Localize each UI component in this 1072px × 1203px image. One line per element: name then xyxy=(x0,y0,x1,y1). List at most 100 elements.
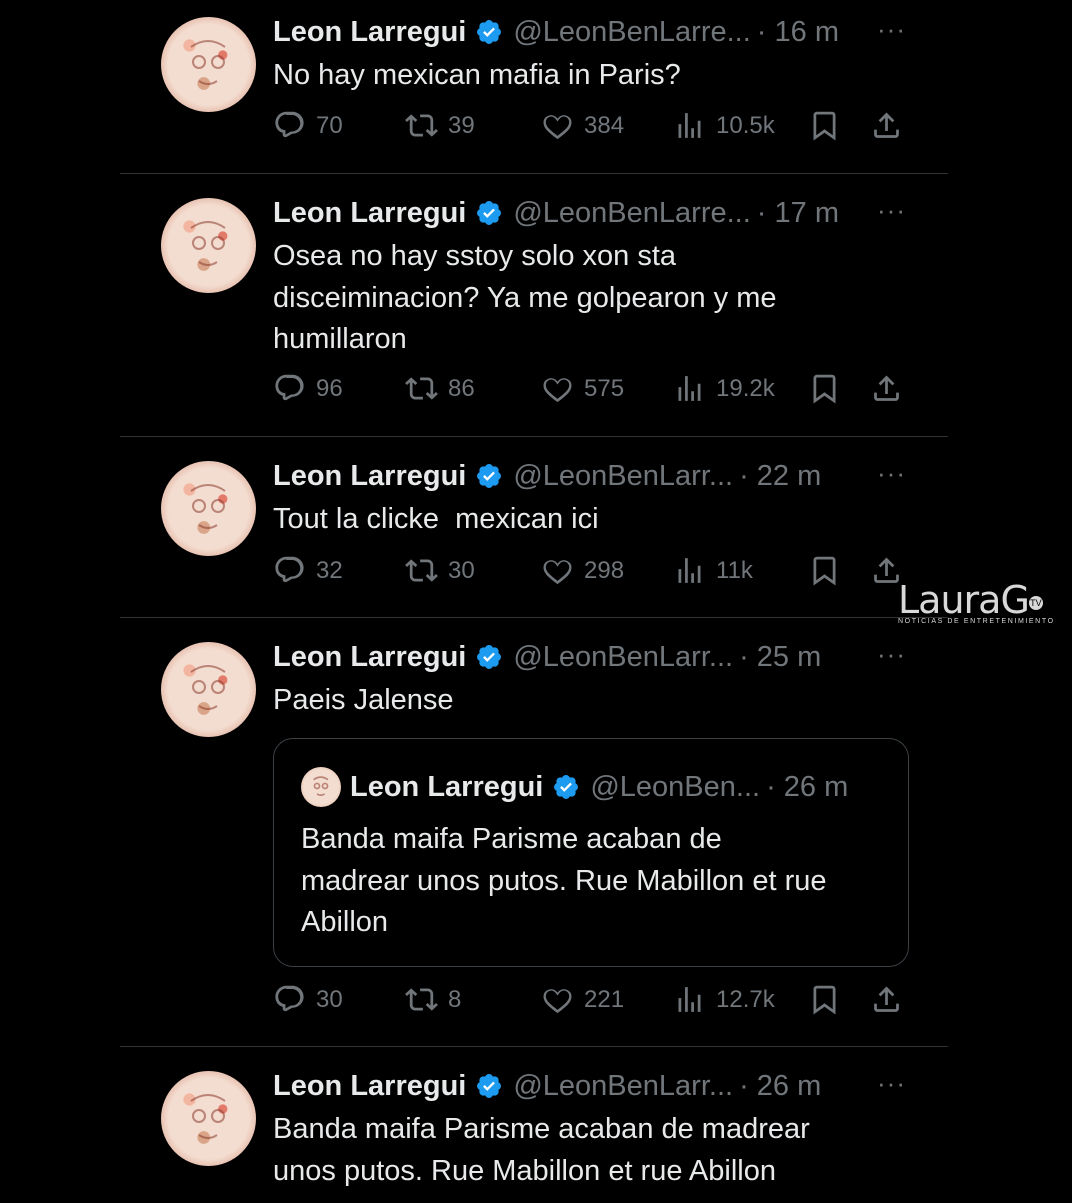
bookmark-button[interactable] xyxy=(808,983,841,1016)
reply-icon xyxy=(275,985,304,1012)
reply-icon xyxy=(275,111,304,138)
author-handle[interactable]: @LeonBenLarr... xyxy=(513,1070,733,1103)
reply-icon xyxy=(275,556,304,583)
avatar[interactable] xyxy=(161,461,256,556)
views-chart-icon xyxy=(678,987,701,1012)
heart-icon xyxy=(543,378,572,403)
author-handle[interactable]: @LeonBenLarre... xyxy=(513,16,750,49)
tweet[interactable]: Leon Larregui @LeonBenLarr... · 22 m ···… xyxy=(120,456,948,606)
reply-button[interactable]: 30 xyxy=(273,983,343,1016)
share-button[interactable] xyxy=(870,983,903,1016)
verified-badge-icon xyxy=(477,20,502,44)
verified-badge-icon xyxy=(477,645,502,669)
more-options-icon[interactable]: ··· xyxy=(877,195,906,226)
bookmark-icon xyxy=(813,985,836,1015)
more-options-icon[interactable]: ··· xyxy=(877,458,906,489)
like-count: 575 xyxy=(584,374,625,402)
more-options-icon[interactable]: ··· xyxy=(877,1068,906,1099)
reply-count: 30 xyxy=(316,985,343,1013)
share-icon xyxy=(874,986,899,1012)
retweet-button[interactable]: 30 xyxy=(405,554,475,587)
divider xyxy=(120,436,948,437)
tweet-text: No hay mexican mafia in Paris? xyxy=(273,59,681,91)
views-chart-icon xyxy=(678,558,701,583)
tweet[interactable]: Leon Larregui @LeonBenLarr... · 25 m ···… xyxy=(120,637,948,1032)
author-name[interactable]: Leon Larregui xyxy=(273,197,466,230)
retweet-button[interactable]: 86 xyxy=(405,372,475,405)
author-handle[interactable]: @LeonBenLarr... xyxy=(513,641,733,674)
timestamp[interactable]: · 22 m xyxy=(739,460,821,493)
bookmark-button[interactable] xyxy=(808,109,841,142)
more-options-icon[interactable]: ··· xyxy=(877,14,906,45)
retweet-count: 39 xyxy=(448,111,475,139)
timestamp[interactable]: · 25 m xyxy=(739,641,821,674)
author-name[interactable]: Leon Larregui xyxy=(273,460,466,493)
retweet-icon xyxy=(405,114,438,137)
like-count: 298 xyxy=(584,556,625,584)
share-button[interactable] xyxy=(870,109,903,142)
timestamp[interactable]: · 16 m xyxy=(757,16,839,49)
reply-button[interactable]: 32 xyxy=(273,554,343,587)
retweet-button[interactable]: 8 xyxy=(405,983,461,1016)
author-name[interactable]: Leon Larregui xyxy=(273,16,466,49)
views-button[interactable]: 11k xyxy=(673,554,753,587)
more-options-icon[interactable]: ··· xyxy=(877,639,906,670)
reply-button[interactable]: 70 xyxy=(273,109,343,142)
retweet-count: 8 xyxy=(448,985,462,1013)
timestamp[interactable]: · 17 m xyxy=(757,197,839,230)
bookmark-icon xyxy=(813,111,836,141)
timestamp[interactable]: · 26 m xyxy=(739,1070,821,1103)
tweet-text: Paeis Jalense xyxy=(273,684,454,716)
action-bar: 96 86 575 19.2k xyxy=(273,372,913,412)
avatar[interactable] xyxy=(161,17,256,112)
quoted-tweet-text: Banda maifa Parisme acaban de madrear un… xyxy=(301,823,827,938)
bookmark-icon xyxy=(813,556,836,586)
reply-count: 32 xyxy=(316,556,343,584)
bookmark-button[interactable] xyxy=(808,554,841,587)
tweet-text: Tout la clicke mexican ici xyxy=(273,503,599,535)
watermark-logo: LauraGTV NOTICIAS DE ENTRETENIMIENTO xyxy=(898,578,1068,628)
action-bar: 70 39 384 10.5k xyxy=(273,109,913,149)
views-count: 10.5k xyxy=(716,111,775,139)
share-icon xyxy=(874,112,899,138)
avatar[interactable] xyxy=(161,198,256,293)
heart-icon xyxy=(543,115,572,140)
tweet[interactable]: Leon Larregui @LeonBenLarre... · 16 m ··… xyxy=(120,12,948,162)
divider xyxy=(120,173,948,174)
like-button[interactable]: 384 xyxy=(541,109,624,142)
quoted-tweet[interactable]: Leon Larregui @LeonBen... · 26 m Banda m… xyxy=(273,738,909,967)
author-handle[interactable]: @LeonBenLarr... xyxy=(513,460,733,493)
quoted-author-handle[interactable]: @LeonBen... xyxy=(590,771,760,804)
avatar[interactable] xyxy=(161,1071,256,1166)
like-button[interactable]: 575 xyxy=(541,372,624,405)
tweet-text: Osea no hay sstoy solo xon sta disceimin… xyxy=(273,240,777,355)
views-chart-icon xyxy=(678,113,701,138)
tweet[interactable]: Leon Larregui @LeonBenLarre... · 17 m ··… xyxy=(120,193,948,423)
watermark-subtitle: NOTICIAS DE ENTRETENIMIENTO xyxy=(898,618,1055,625)
author-name[interactable]: Leon Larregui xyxy=(273,641,466,674)
views-count: 11k xyxy=(716,556,753,584)
reply-button[interactable]: 96 xyxy=(273,372,343,405)
bookmark-button[interactable] xyxy=(808,372,841,405)
share-button[interactable] xyxy=(870,372,903,405)
like-count: 384 xyxy=(584,111,625,139)
author-handle[interactable]: @LeonBenLarre... xyxy=(513,197,750,230)
quoted-avatar[interactable] xyxy=(301,767,341,807)
verified-badge-icon xyxy=(477,464,502,488)
heart-icon xyxy=(543,989,572,1014)
retweet-button[interactable]: 39 xyxy=(405,109,475,142)
share-icon xyxy=(874,375,899,401)
like-button[interactable]: 221 xyxy=(541,983,624,1016)
quoted-timestamp[interactable]: · 26 m xyxy=(766,771,848,804)
avatar[interactable] xyxy=(161,642,256,737)
views-button[interactable]: 10.5k xyxy=(673,109,775,142)
like-button[interactable]: 298 xyxy=(541,554,624,587)
views-button[interactable]: 19.2k xyxy=(673,372,775,405)
retweet-icon xyxy=(405,377,438,400)
author-name[interactable]: Leon Larregui xyxy=(273,1070,466,1103)
tweet[interactable]: Leon Larregui @LeonBenLarr... · 26 m ···… xyxy=(120,1066,948,1203)
views-button[interactable]: 12.7k xyxy=(673,983,775,1016)
quoted-author-name[interactable]: Leon Larregui xyxy=(350,771,543,804)
retweet-icon xyxy=(405,559,438,582)
retweet-icon xyxy=(405,988,438,1011)
